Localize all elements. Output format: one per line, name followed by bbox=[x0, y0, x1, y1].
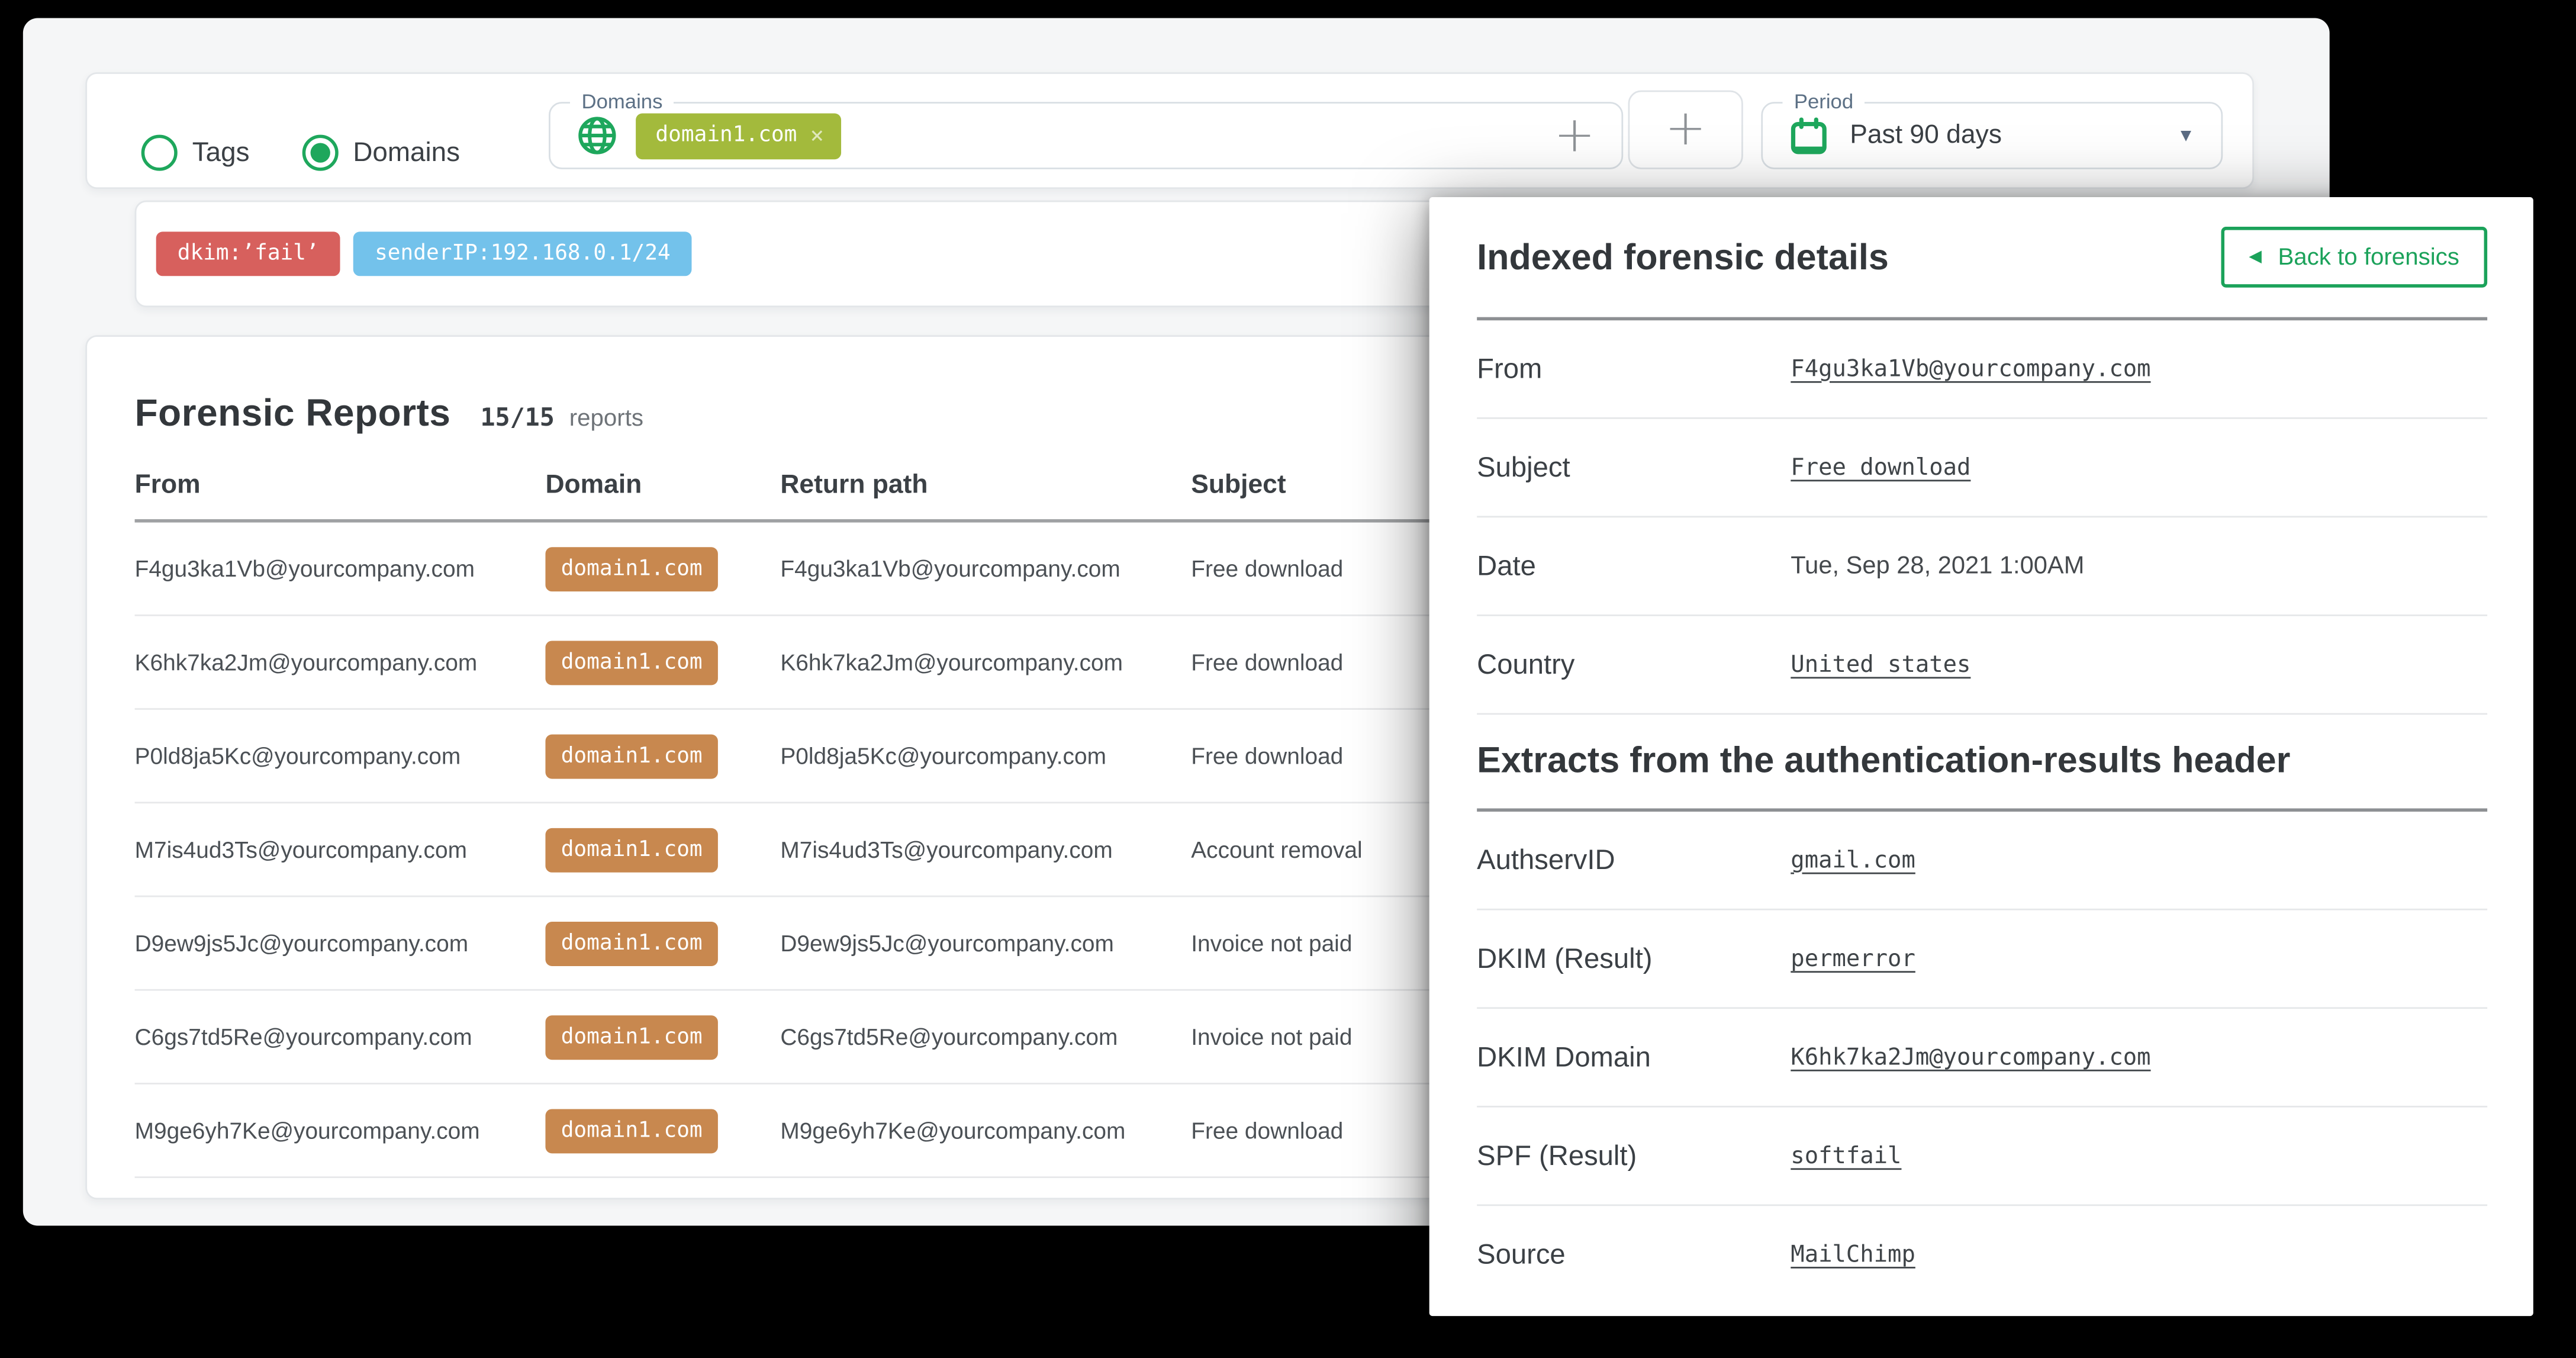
domain-chip: domain1.com bbox=[545, 827, 717, 871]
panel-title: Indexed forensic details bbox=[1477, 236, 1889, 278]
detail-label: From bbox=[1477, 352, 1791, 385]
globe-icon bbox=[577, 115, 617, 156]
radio-domains-group: Domains bbox=[302, 135, 460, 171]
col-header-domain: Domain bbox=[545, 472, 780, 501]
cell-return-path: C6gs7td5Re@yourcompany.com bbox=[780, 1024, 1191, 1050]
detail-row-country: Country United states bbox=[1477, 616, 2487, 715]
extract-row-source: Source MailChimp bbox=[1477, 1206, 2487, 1305]
detail-label: Date bbox=[1477, 549, 1791, 583]
period-value: Past 90 days bbox=[1850, 121, 2002, 150]
detail-label: Subject bbox=[1477, 451, 1791, 484]
domain-chip: domain1.com bbox=[545, 733, 717, 778]
domain-tag-label: domain1.com bbox=[655, 123, 797, 148]
calendar-icon bbox=[1789, 116, 1829, 156]
detail-label: Source bbox=[1477, 1239, 1791, 1272]
radio-domains-label[interactable]: Domains bbox=[353, 137, 460, 169]
domain-chip: domain1.com bbox=[545, 640, 717, 684]
remove-domain-chip-icon[interactable]: × bbox=[810, 123, 824, 149]
extract-row-spf-result: SPF (Result) softfail bbox=[1477, 1108, 2487, 1206]
extracts-section-title: Extracts from the authentication-results… bbox=[1477, 739, 2290, 782]
screenshot-stage: Tags Domains Domains bbox=[0, 0, 2576, 1358]
domain-chip: domain1.com bbox=[545, 1015, 717, 1059]
cell-return-path: F4gu3ka1Vb@yourcompany.com bbox=[780, 555, 1191, 581]
detail-row-subject: Subject Free download bbox=[1477, 419, 2487, 518]
radio-domains[interactable] bbox=[302, 135, 338, 171]
chevron-down-icon[interactable]: ▼ bbox=[2177, 125, 2195, 145]
detail-value-link[interactable]: permerror bbox=[1791, 945, 2487, 971]
extract-rows: AuthservID gmail.com DKIM (Result) perme… bbox=[1477, 812, 2487, 1305]
radio-tags-label[interactable]: Tags bbox=[192, 137, 250, 169]
cell-return-path: M7is4ud3Ts@yourcompany.com bbox=[780, 836, 1191, 863]
col-header-return-path: Return path bbox=[780, 472, 1191, 501]
detail-value-link[interactable]: softfail bbox=[1791, 1143, 2487, 1169]
detail-value-link[interactable]: K6hk7ka2Jm@yourcompany.com bbox=[1791, 1044, 2487, 1070]
query-chip-sender-ip[interactable]: senderIP:192.168.0.1/24 bbox=[353, 231, 692, 276]
forensic-details-panel: Indexed forensic details ◀ Back to foren… bbox=[1429, 197, 2533, 1316]
col-header-from: From bbox=[135, 472, 546, 501]
filter-bar: Tags Domains Domains bbox=[85, 72, 2254, 189]
add-domain-button[interactable]: + bbox=[1554, 111, 1595, 160]
detail-row-from: From F4gu3ka1Vb@yourcompany.com bbox=[1477, 320, 2487, 419]
domain-chip: domain1.com bbox=[545, 1108, 717, 1153]
panel-header: Indexed forensic details ◀ Back to foren… bbox=[1477, 197, 2487, 317]
detail-rows: From F4gu3ka1Vb@yourcompany.com Subject … bbox=[1477, 320, 2487, 715]
cell-from: C6gs7td5Re@yourcompany.com bbox=[135, 1024, 546, 1050]
cell-return-path: D9ew9js5Jc@yourcompany.com bbox=[780, 930, 1191, 956]
reports-count: 15/15 bbox=[480, 403, 554, 432]
add-filter-button[interactable]: + bbox=[1665, 105, 1706, 155]
domain-chip: domain1.com bbox=[545, 921, 717, 966]
add-filter-box[interactable]: + bbox=[1628, 91, 1743, 169]
radio-tags[interactable] bbox=[141, 135, 178, 171]
page-title: Forensic Reports bbox=[135, 391, 451, 436]
period-field[interactable]: Period Past 90 days ▼ bbox=[1761, 91, 2223, 169]
detail-value-link[interactable]: F4gu3ka1Vb@yourcompany.com bbox=[1791, 356, 2487, 382]
query-chip-dkim[interactable]: dkim:’fail’ bbox=[156, 231, 340, 276]
detail-value-link[interactable]: MailChimp bbox=[1791, 1242, 2487, 1268]
domain-chip: domain1.com bbox=[545, 546, 717, 591]
detail-value: Tue, Sep 28, 2021 1:00AM bbox=[1791, 552, 2487, 580]
cell-from: M7is4ud3Ts@yourcompany.com bbox=[135, 836, 546, 863]
cell-from: F4gu3ka1Vb@yourcompany.com bbox=[135, 555, 546, 581]
detail-label: DKIM Domain bbox=[1477, 1041, 1791, 1074]
detail-value-link[interactable]: Free download bbox=[1791, 454, 2487, 480]
detail-value-link[interactable]: gmail.com bbox=[1791, 847, 2487, 873]
report-type-radios: Tags Domains bbox=[141, 133, 460, 173]
detail-label: AuthservID bbox=[1477, 844, 1791, 877]
domains-field[interactable]: Domains domain1.com × bbox=[549, 91, 1623, 169]
reports-title-bar: Forensic Reports 15/15 reports bbox=[135, 391, 643, 436]
cell-return-path: K6hk7ka2Jm@yourcompany.com bbox=[780, 649, 1191, 675]
radio-selected-dot bbox=[310, 143, 330, 162]
domains-field-content: domain1.com × + bbox=[550, 104, 1622, 168]
detail-row-date: Date Tue, Sep 28, 2021 1:00AM bbox=[1477, 517, 2487, 616]
cell-from: M9ge6yh7Ke@yourcompany.com bbox=[135, 1117, 546, 1143]
back-to-forensics-button[interactable]: ◀ Back to forensics bbox=[2221, 227, 2487, 288]
cell-from: P0ld8ja5Kc@yourcompany.com bbox=[135, 743, 546, 769]
back-button-label: Back to forensics bbox=[2278, 244, 2459, 270]
reports-count-suffix: reports bbox=[569, 406, 643, 432]
extract-row-authservid: AuthservID gmail.com bbox=[1477, 812, 2487, 910]
detail-label: SPF (Result) bbox=[1477, 1140, 1791, 1173]
extract-row-dkim-domain: DKIM Domain K6hk7ka2Jm@yourcompany.com bbox=[1477, 1009, 2487, 1108]
detail-label: DKIM (Result) bbox=[1477, 942, 1791, 976]
cell-return-path: P0ld8ja5Kc@yourcompany.com bbox=[780, 743, 1191, 769]
cell-from: D9ew9js5Jc@yourcompany.com bbox=[135, 930, 546, 956]
cell-return-path: M9ge6yh7Ke@yourcompany.com bbox=[780, 1117, 1191, 1143]
detail-value-link[interactable]: United states bbox=[1791, 651, 2487, 677]
extract-row-dkim-result: DKIM (Result) permerror bbox=[1477, 910, 2487, 1009]
domain-tag-chip[interactable]: domain1.com × bbox=[636, 112, 841, 159]
period-field-content: Past 90 days ▼ bbox=[1763, 104, 2221, 168]
cell-from: K6hk7ka2Jm@yourcompany.com bbox=[135, 649, 546, 675]
back-arrow-icon: ◀ bbox=[2249, 248, 2261, 266]
detail-label: Country bbox=[1477, 648, 1791, 681]
